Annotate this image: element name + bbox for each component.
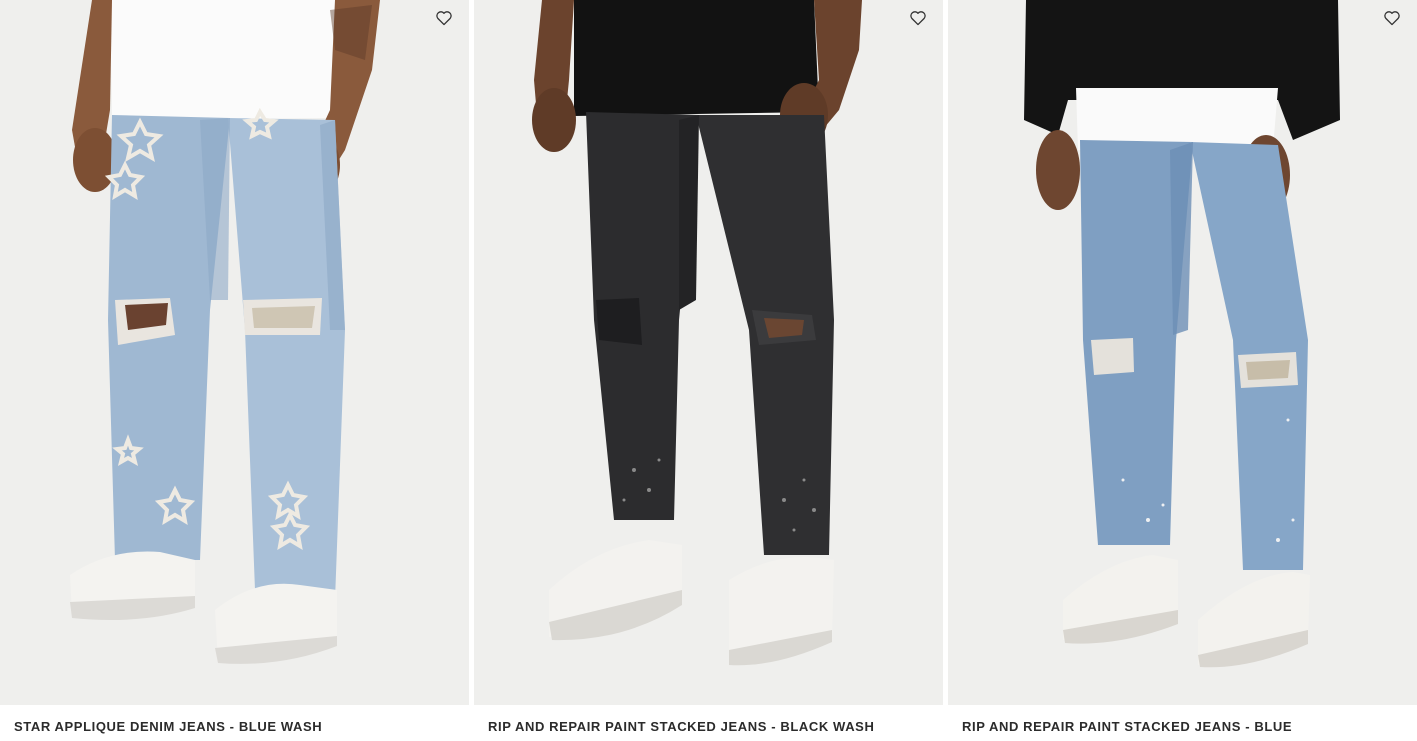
wishlist-button[interactable] <box>1383 10 1405 32</box>
product-image[interactable] <box>0 0 469 705</box>
wishlist-button[interactable] <box>909 10 931 32</box>
product-card[interactable]: STAR APPLIQUE DENIM JEANS - BLUE WASH <box>0 0 469 741</box>
product-title[interactable]: STAR APPLIQUE DENIM JEANS - BLUE WASH <box>14 719 322 734</box>
wishlist-button[interactable] <box>435 10 457 32</box>
product-image[interactable] <box>474 0 943 705</box>
heart-icon <box>436 11 452 26</box>
heart-icon <box>910 11 926 26</box>
product-grid: STAR APPLIQUE DENIM JEANS - BLUE WASH RI… <box>0 0 1417 741</box>
product-title[interactable]: RIP AND REPAIR PAINT STACKED JEANS - BLA… <box>488 719 874 734</box>
product-image[interactable] <box>948 0 1417 705</box>
product-title[interactable]: RIP AND REPAIR PAINT STACKED JEANS - BLU… <box>962 719 1292 734</box>
heart-icon <box>1384 11 1400 26</box>
product-card[interactable]: RIP AND REPAIR PAINT STACKED JEANS - BLU… <box>948 0 1417 741</box>
product-card[interactable]: RIP AND REPAIR PAINT STACKED JEANS - BLA… <box>474 0 943 741</box>
